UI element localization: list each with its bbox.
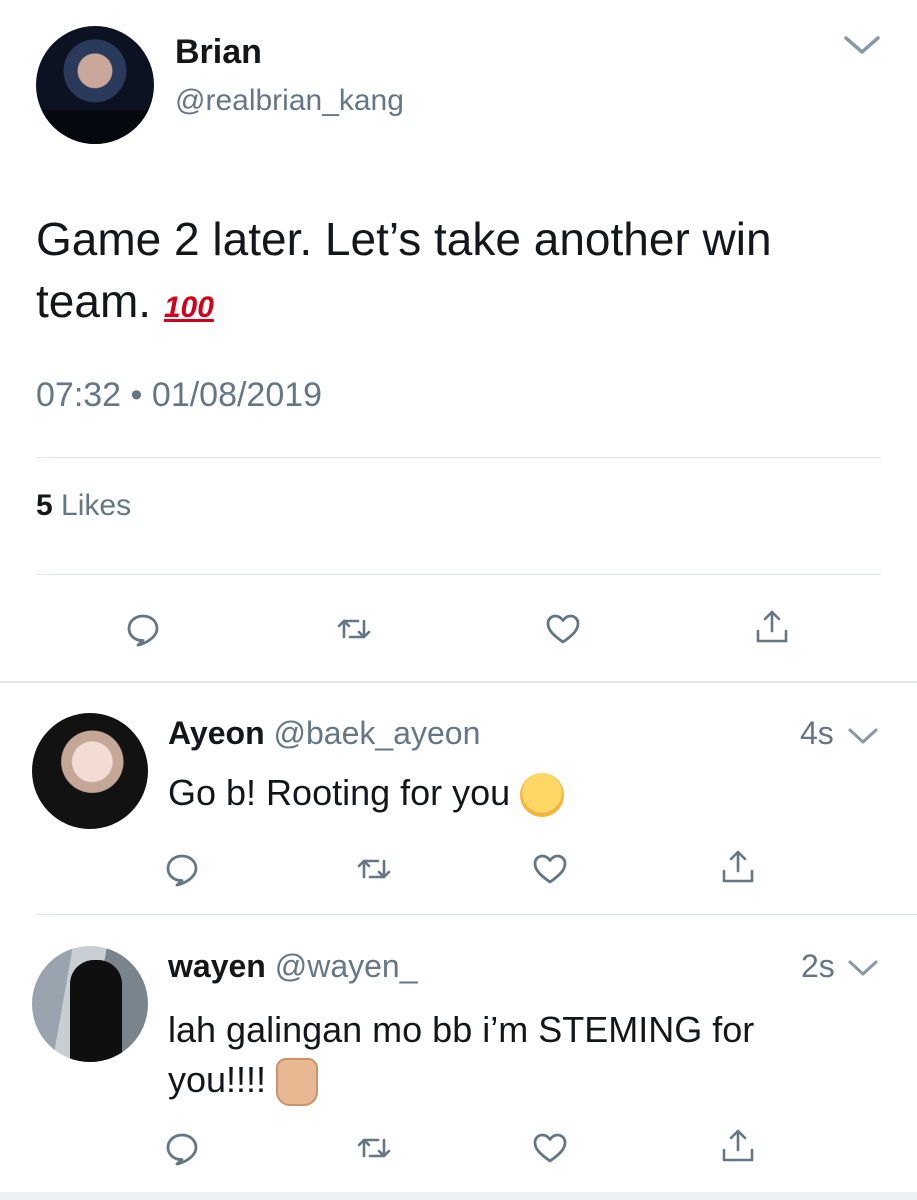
author-handle[interactable]: @realbrian_kang [175,84,404,118]
tweet-text-body: Game 2 later. Let’s take another win tea… [36,213,772,327]
reply-header: Ayeon @baek_ayeon [168,715,480,752]
reply-text: Go b! Rooting for you [168,770,565,818]
reply-time: 4s [800,715,834,751]
chevron-down-icon[interactable] [842,32,882,58]
heart-icon[interactable] [541,607,585,651]
reply-text-line: lah galingan mo bb i’m STEMING for [168,1009,755,1050]
reply-icon[interactable] [160,1126,204,1170]
author-name[interactable]: Brian [175,33,262,72]
reply-text-line-2: you!!!! [168,1055,888,1107]
reply-text: lah galingan mo bb i’m STEMING for you!!… [168,1005,888,1107]
retweet-icon[interactable] [352,1126,396,1170]
timestamp-separator: • [130,376,143,414]
divider [36,457,881,458]
reply-author-handle[interactable]: @wayen_ [275,948,418,984]
reply-time: 2s [801,948,835,984]
reply-author-name[interactable]: Ayeon [168,715,265,751]
retweet-icon[interactable] [332,607,376,651]
tweet-timestamp: 07:32 • 01/08/2019 [36,376,322,415]
tweet-date: 01/08/2019 [151,376,323,414]
reply-avatar[interactable] [32,713,148,829]
divider [0,681,917,683]
tweet-text: Game 2 later. Let’s take another win tea… [36,208,876,339]
retweet-icon[interactable] [352,847,396,891]
reply-icon[interactable] [121,607,165,651]
reply-header: wayen @wayen_ [168,948,418,985]
reply-icon[interactable] [160,847,204,891]
reply-author-name[interactable]: wayen [168,948,266,984]
tweet-time: 07:32 [36,376,122,414]
reply-avatar[interactable] [32,946,148,1062]
reply-author-handle[interactable]: @baek_ayeon [274,715,481,751]
likes-count[interactable]: 5 Likes [36,489,131,523]
chevron-down-icon[interactable] [847,726,879,746]
divider [36,574,881,575]
share-icon[interactable] [716,845,760,889]
chevron-down-icon[interactable] [847,958,879,978]
heart-icon[interactable] [528,1126,572,1170]
likes-label: Likes [61,489,132,522]
hundred-points-emoji: 100 [163,291,214,324]
reply-text-line: you!!!! [168,1059,267,1100]
divider [36,914,917,915]
reply-text-body: Go b! Rooting for you [168,772,511,813]
share-icon[interactable] [716,1124,760,1168]
share-icon[interactable] [750,605,794,649]
raised-fist-emoji [276,1058,319,1107]
divider [0,1192,917,1200]
likes-number: 5 [36,489,53,522]
smiling-face-with-hearts-emoji [520,773,565,818]
author-avatar[interactable] [36,26,154,144]
heart-icon[interactable] [528,847,572,891]
